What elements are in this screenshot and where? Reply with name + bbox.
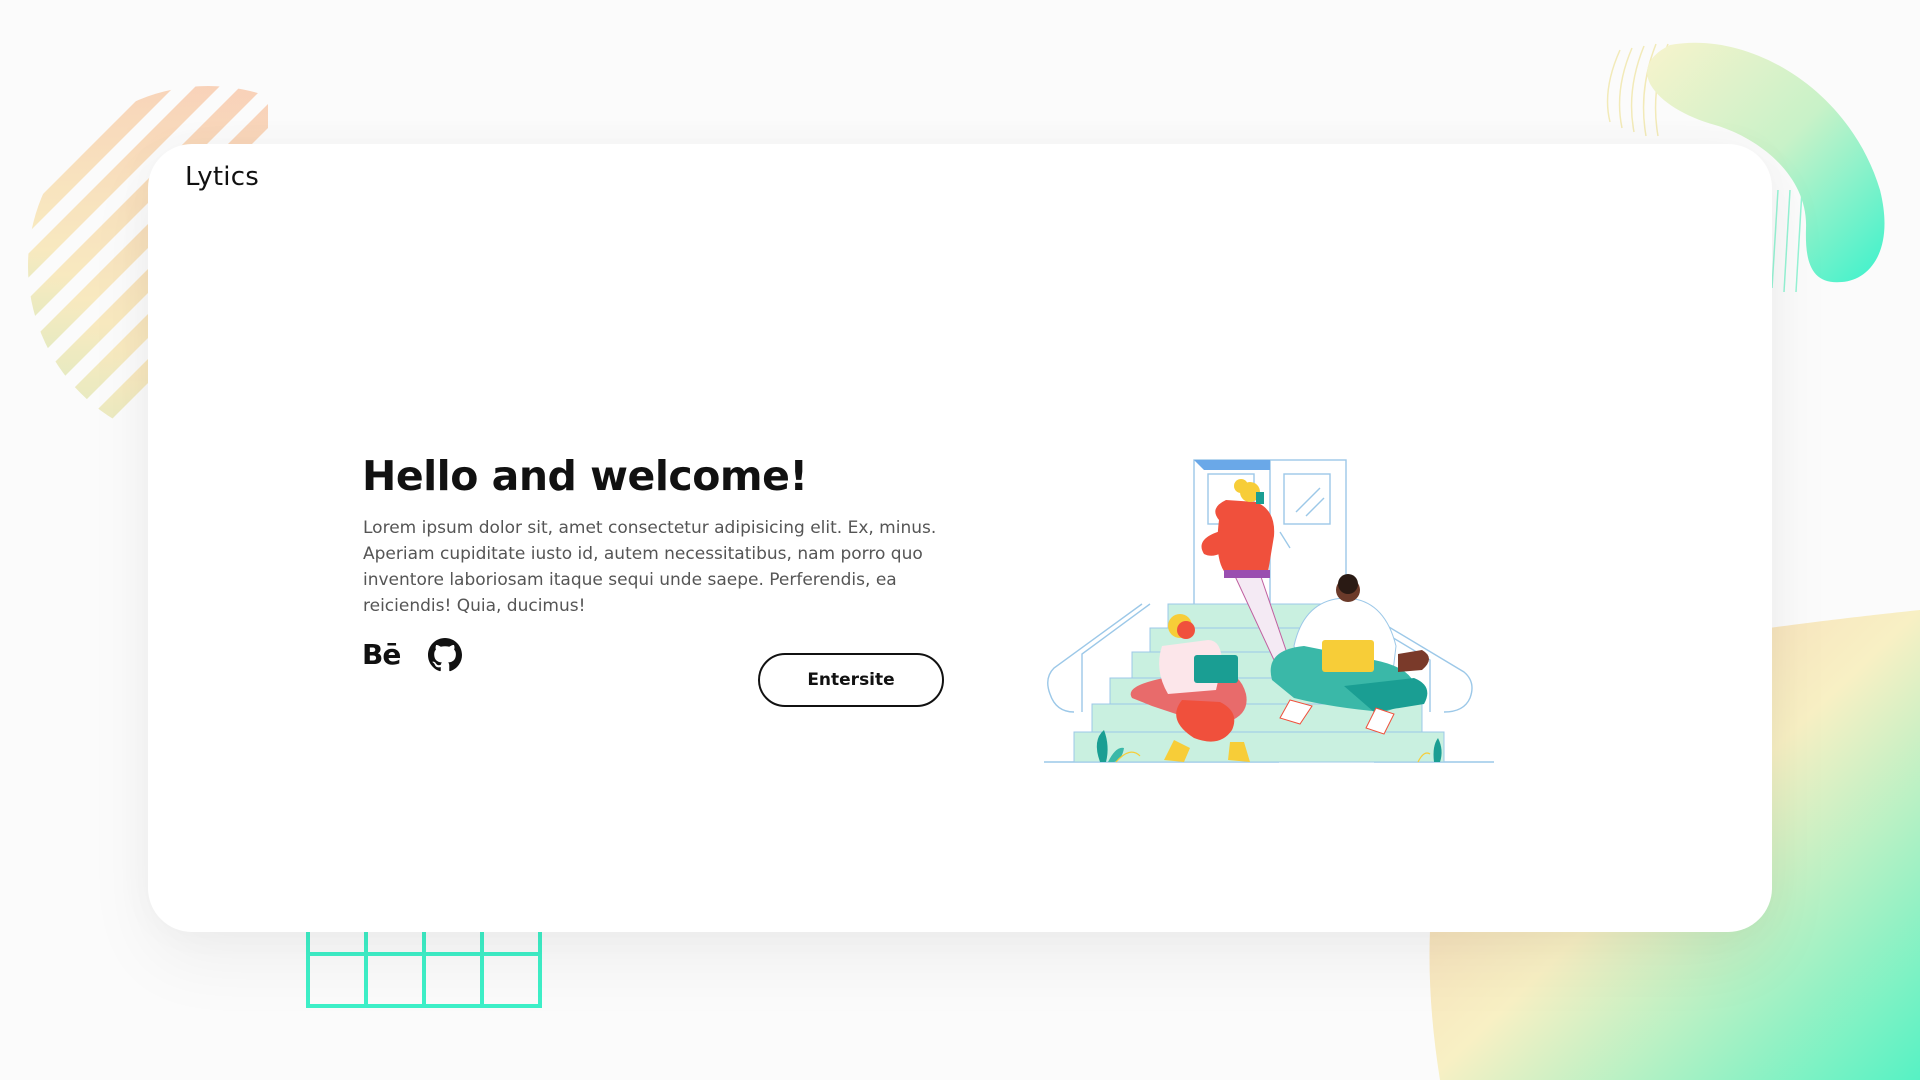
page: Lytics Hello and welcome! Lorem ipsum do…: [0, 0, 1920, 1080]
people-on-stairs-illustration: [1044, 459, 1494, 763]
hero-description: Lorem ipsum dolor sit, amet consectetur …: [363, 518, 937, 616]
welcome-card: Lytics Hello and welcome! Lorem ipsum do…: [148, 144, 1772, 932]
behance-icon: Bē: [362, 638, 401, 671]
grid-decoration: [306, 930, 542, 1008]
social-links: Bē: [362, 638, 463, 672]
enter-site-button[interactable]: Entersite: [758, 653, 944, 707]
behance-link[interactable]: Bē: [362, 638, 401, 672]
hero-title: Hello and welcome!: [362, 452, 808, 500]
github-link[interactable]: [428, 638, 463, 672]
brand-logo[interactable]: Lytics: [185, 162, 259, 192]
github-icon: [428, 638, 463, 672]
